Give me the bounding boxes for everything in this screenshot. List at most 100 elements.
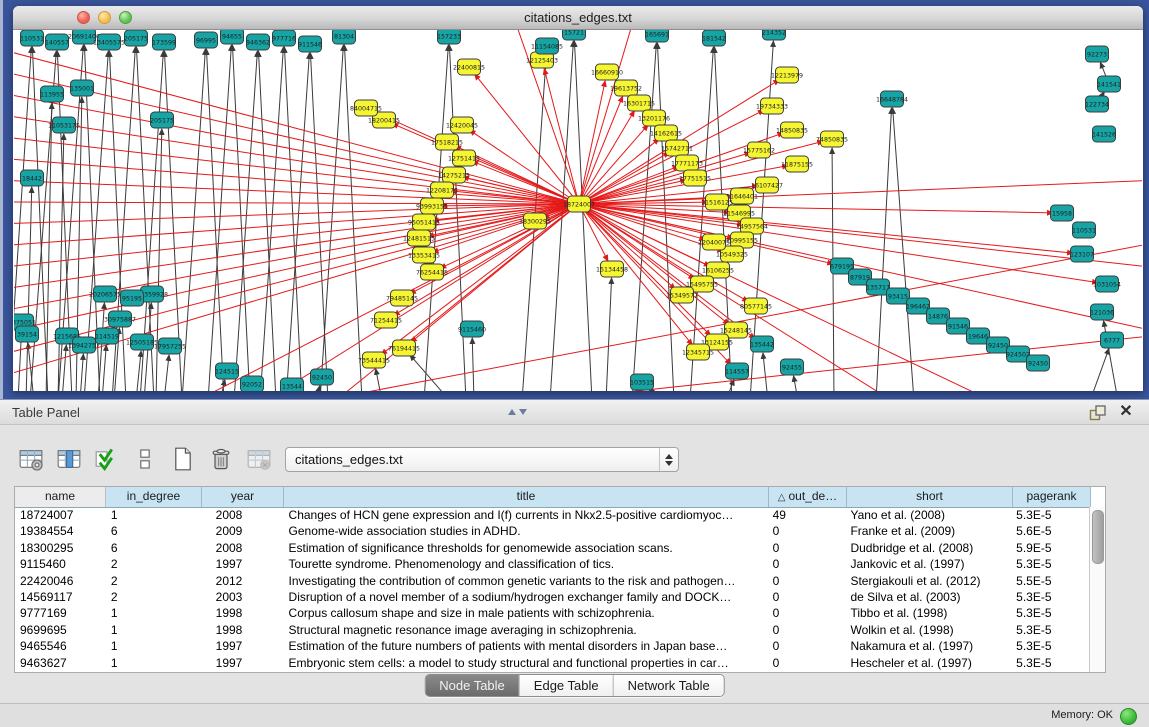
table-row[interactable]: 1456911722003Disruption of a novel membe…	[15, 589, 1089, 605]
cell-out_degree[interactable]: 0	[768, 540, 846, 556]
cell-in_degree[interactable]: 1	[106, 638, 202, 654]
cell-year[interactable]: 2008	[202, 540, 284, 556]
cell-title[interactable]: Embryonic stem cells: a model to study s…	[284, 655, 768, 671]
graph-node[interactable]: 74850835	[816, 131, 848, 147]
cell-pagerank[interactable]: 5.5E-5	[1011, 573, 1089, 589]
show-columns-icon[interactable]	[54, 444, 84, 474]
graph-node[interactable]: 1031054	[1093, 276, 1121, 292]
graph-node[interactable]: 15721	[563, 30, 586, 40]
graph-node[interactable]: 15134458	[596, 261, 628, 277]
delete-columns-icon[interactable]	[206, 444, 236, 474]
graph-node[interactable]: 103515	[630, 374, 654, 390]
graph-node[interactable]: 17957255	[154, 338, 186, 354]
graph-node[interactable]: 15742711	[661, 140, 693, 156]
graph-node[interactable]: 95051415	[408, 214, 440, 230]
graph-node[interactable]: 140557	[45, 34, 69, 50]
tab-node-table[interactable]: Node Table	[425, 675, 520, 696]
graph-node[interactable]: 94655	[221, 30, 244, 44]
cell-short[interactable]: Franke et al. (2009)	[845, 523, 1011, 539]
table-row[interactable]: 1938455462009Genome-wide association stu…	[15, 523, 1089, 539]
graph-node[interactable]: 12751415	[448, 150, 480, 166]
graph-node[interactable]: 12420045	[446, 117, 478, 133]
graph-node[interactable]: 135001	[70, 80, 94, 96]
graph-node[interactable]: 92273	[1086, 46, 1109, 62]
column-header-title[interactable]: title	[284, 487, 769, 507]
network-window-titlebar[interactable]: citations_edges.txt	[13, 6, 1143, 30]
graph-node[interactable]: 12208175	[426, 182, 458, 198]
graph-node[interactable]: 84004715	[350, 100, 382, 116]
float-panel-icon[interactable]	[1089, 404, 1107, 422]
graph-node[interactable]: 19613752	[610, 80, 642, 96]
graph-node[interactable]: 173599	[152, 34, 176, 50]
graph-node[interactable]: 13353415	[408, 247, 440, 263]
memory-status-led[interactable]	[1120, 708, 1137, 725]
graph-node[interactable]: 13201176	[638, 110, 670, 126]
cell-pagerank[interactable]: 5.3E-5	[1011, 589, 1089, 605]
graph-node[interactable]: 14275215	[438, 167, 470, 183]
graph-node[interactable]: 165691	[645, 30, 669, 42]
cell-year[interactable]: 1998	[202, 622, 284, 638]
graph-node[interactable]: 911546	[298, 36, 322, 52]
graph-node[interactable]: 6777	[1101, 332, 1124, 348]
table-row[interactable]: 2242004622012Investigating the contribut…	[15, 573, 1089, 589]
graph-node[interactable]: 214352	[762, 30, 786, 40]
graph-node[interactable]: 92450	[311, 369, 334, 385]
cell-short[interactable]: Nakamura et al. (1997)	[845, 638, 1011, 654]
cell-in_degree[interactable]: 1	[106, 622, 202, 638]
cell-in_degree[interactable]: 1	[106, 655, 202, 671]
cell-in_degree[interactable]: 2	[106, 556, 202, 572]
cell-out_degree[interactable]: 0	[768, 622, 846, 638]
graph-node[interactable]: 39154	[16, 326, 39, 342]
graph-node[interactable]: 22400815	[453, 59, 485, 75]
graph-node[interactable]: 18724007	[563, 196, 595, 212]
graph-node[interactable]: 135442	[750, 336, 774, 352]
cell-in_degree[interactable]: 1	[106, 507, 202, 523]
cell-pagerank[interactable]: 5.6E-5	[1011, 523, 1089, 539]
cell-year[interactable]: 2008	[202, 507, 284, 523]
cell-out_degree[interactable]: 0	[768, 523, 846, 539]
table-mode-icon[interactable]	[16, 444, 46, 474]
cell-title[interactable]: Investigating the contribution of common…	[284, 573, 768, 589]
cell-out_degree[interactable]: 0	[768, 573, 846, 589]
table-row[interactable]: 946362711997Embryonic stem cells: a mode…	[15, 655, 1089, 671]
cell-short[interactable]: Jankovic et al. (1997)	[845, 556, 1011, 572]
column-header-pagerank[interactable]: pagerank	[1013, 487, 1091, 507]
cell-title[interactable]: Structural magnetic resonance image aver…	[284, 622, 768, 638]
graph-node[interactable]: 92455	[781, 359, 804, 375]
column-header-in_degree[interactable]: in_degree	[106, 487, 202, 507]
cell-pagerank[interactable]: 5.3E-5	[1011, 655, 1089, 671]
graph-node[interactable]: 96995	[195, 32, 218, 48]
graph-node[interactable]: 71254415	[370, 312, 402, 328]
graph-node[interactable]: 15349577	[666, 287, 698, 303]
cell-out_degree[interactable]: 0	[768, 655, 846, 671]
column-header-name[interactable]: name	[15, 487, 106, 507]
cell-year[interactable]: 1997	[202, 638, 284, 654]
cell-title[interactable]: Estimation of significance thresholds fo…	[284, 540, 768, 556]
tab-edge-table[interactable]: Edge Table	[520, 675, 614, 696]
graph-node[interactable]: 17518215	[431, 134, 463, 150]
graph-node[interactable]: 15958	[1051, 205, 1074, 221]
graph-node[interactable]: 16301715	[623, 95, 655, 111]
cell-title[interactable]: Estimation of the future numbers of pati…	[284, 638, 768, 654]
cell-out_degree[interactable]: 49	[768, 507, 846, 523]
cell-out_degree[interactable]: 0	[768, 589, 846, 605]
graph-node[interactable]: 121036	[1090, 304, 1114, 320]
graph-node[interactable]: 114557	[725, 363, 749, 379]
graph-node[interactable]: 93993155	[416, 198, 448, 214]
graph-node[interactable]: 205175	[150, 112, 174, 128]
splitter-grip[interactable]	[508, 403, 530, 421]
cell-in_degree[interactable]: 6	[106, 540, 202, 556]
cell-pagerank[interactable]: 5.3E-5	[1011, 638, 1089, 654]
graph-node[interactable]: 157233	[437, 30, 461, 44]
select-all-columns-icon[interactable]	[92, 444, 122, 474]
graph-node[interactable]: 11154085	[531, 38, 563, 54]
graph-node[interactable]: 22040075	[698, 234, 730, 250]
cell-pagerank[interactable]: 5.3E-5	[1011, 556, 1089, 572]
table-row[interactable]: 911546021997Tourette syndrome. Phenomeno…	[15, 556, 1089, 572]
graph-node[interactable]: 92450	[1027, 355, 1050, 371]
cell-title[interactable]: Corpus callosum shape and size in male p…	[284, 605, 768, 621]
graph-node[interactable]: 110531	[1072, 222, 1096, 238]
table-row[interactable]: 946554611997Estimation of the future num…	[15, 638, 1089, 654]
cell-name[interactable]: 9465546	[15, 638, 106, 654]
column-header-short[interactable]: short	[847, 487, 1013, 507]
